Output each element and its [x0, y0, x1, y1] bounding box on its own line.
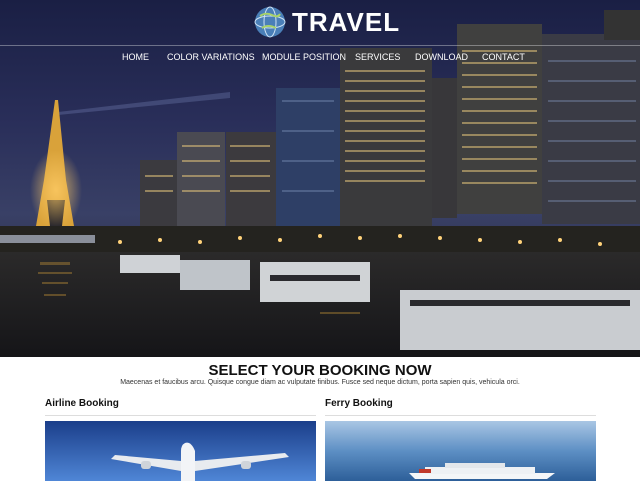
nav-contact[interactable]: CONTACT — [482, 52, 525, 62]
booking-heading: SELECT YOUR BOOKING NOW — [208, 362, 432, 379]
nav-divider — [0, 45, 640, 46]
brand-name: TRAVEL — [292, 6, 401, 37]
nav-color-variations[interactable]: COLOR VARIATIONS — [167, 52, 255, 62]
booking-subtitle: Maecenas et faucibus arcu. Quisque congu… — [120, 379, 520, 386]
nav-module-position[interactable]: MODULE POSITION — [262, 52, 346, 62]
ferry-booking-title[interactable]: Ferry Booking — [325, 398, 596, 409]
nav-home[interactable]: HOME — [122, 52, 149, 62]
airline-booking-title[interactable]: Airline Booking — [45, 398, 316, 409]
ferry-photo[interactable] — [325, 421, 596, 481]
globe-icon — [254, 6, 286, 38]
main-nav: HOME COLOR VARIATIONS MODULE POSITION SE… — [0, 52, 640, 66]
airline-booking-card[interactable]: Airline Booking — [45, 398, 316, 481]
card-divider — [45, 415, 316, 416]
nav-download[interactable]: DOWNLOAD — [415, 52, 468, 62]
nav-services[interactable]: SERVICES — [355, 52, 400, 62]
brand-logo[interactable]: TRAVEL — [254, 4, 400, 40]
ferry-booking-card[interactable]: Ferry Booking — [325, 398, 596, 481]
card-divider — [325, 415, 596, 416]
airplane-photo[interactable] — [45, 421, 316, 481]
hero-banner: TRAVEL HOME COLOR VARIATIONS MODULE POSI… — [0, 0, 640, 357]
